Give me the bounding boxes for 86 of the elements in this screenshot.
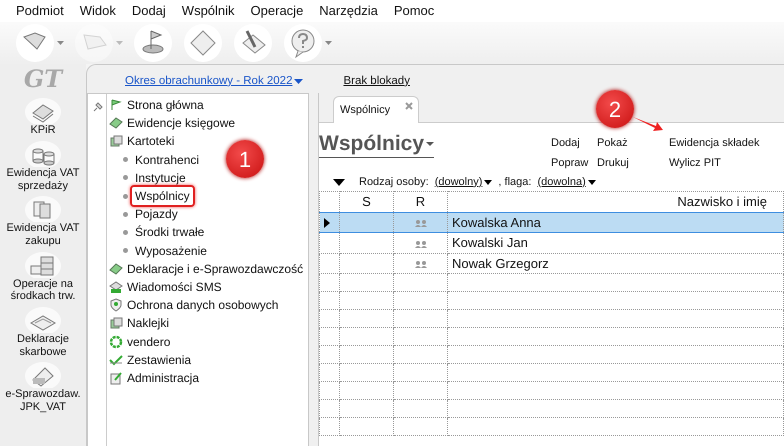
- caret-icon[interactable]: [426, 142, 434, 146]
- tree-item[interactable]: Kontrahenci: [135, 150, 200, 169]
- bullet-icon: [123, 230, 128, 235]
- lock-status-link[interactable]: Brak blokady: [343, 72, 410, 90]
- toolbar-button[interactable]: [282, 22, 335, 64]
- help-icon[interactable]: [283, 23, 323, 63]
- edit-icon[interactable]: [109, 370, 123, 385]
- table-cell: Kowalski Jan: [448, 232, 784, 253]
- sidebar-item[interactable]: e-Sprawozdaw. JPK_VAT: [1, 388, 85, 414]
- bullet-icon: [123, 175, 128, 180]
- document-icon[interactable]: [23, 362, 63, 388]
- documents-icon[interactable]: [23, 196, 63, 222]
- caret-icon[interactable]: [325, 41, 332, 45]
- tab[interactable]: Wspólnicy: [333, 96, 419, 123]
- filter-dropdown[interactable]: (dowolna): [537, 174, 596, 190]
- period-link[interactable]: Okres obrachunkowy - Rok 2022: [125, 72, 304, 90]
- cards-icon[interactable]: [109, 316, 123, 330]
- tree-item[interactable]: Ochrona danych osobowych: [127, 296, 278, 314]
- action-link[interactable]: Ewidencja składek: [669, 135, 760, 152]
- people-icon: [414, 219, 428, 228]
- filter-label: , flaga:: [498, 174, 532, 190]
- tree-item[interactable]: Wspólnicy: [130, 185, 195, 208]
- flag-icon[interactable]: [109, 98, 123, 112]
- table-row[interactable]: Nowak Grzegorz: [320, 253, 784, 274]
- sidebar-item[interactable]: Deklaracje skarbowe: [1, 332, 85, 358]
- table-cell: Nowak Grzegorz: [448, 253, 784, 274]
- tree-item[interactable]: Instytucje: [135, 168, 186, 187]
- sidebar-item[interactable]: KPiR: [1, 124, 85, 138]
- close-icon[interactable]: [404, 101, 414, 111]
- ring-icon[interactable]: [109, 334, 123, 349]
- bullet-icon: [123, 212, 128, 217]
- cabinet-icon[interactable]: [23, 252, 63, 278]
- table-row[interactable]: Kowalska Anna: [320, 212, 784, 232]
- action-link[interactable]: Drukuj: [597, 154, 669, 171]
- tree-item[interactable]: Wiadomości SMS: [127, 278, 222, 296]
- action-link[interactable]: Popraw: [551, 154, 597, 171]
- filter-dropdown[interactable]: (dowolny): [434, 174, 492, 190]
- bullet-icon: [123, 194, 128, 199]
- collapse-icon[interactable]: [333, 178, 345, 186]
- cards-icon[interactable]: [109, 134, 123, 148]
- tree-item[interactable]: Administracja: [127, 368, 200, 387]
- tree-item[interactable]: Strona główna: [127, 96, 204, 114]
- sidebar-item[interactable]: Operacje na środkach trw.: [1, 278, 85, 303]
- bullet-icon: [123, 157, 128, 162]
- action-link[interactable]: Wylicz PIT: [669, 154, 760, 171]
- caret-icon[interactable]: [57, 41, 64, 45]
- tree-item[interactable]: Naklejki: [127, 314, 170, 332]
- sidebar-item[interactable]: Ewidencja VAT sprzedaży: [1, 167, 85, 192]
- tree-item[interactable]: Zestawienia: [127, 350, 192, 369]
- tab-label: Wspólnicy: [340, 102, 390, 118]
- arrow-drawing: [632, 116, 664, 132]
- page-title[interactable]: Wspólnicy: [319, 131, 434, 158]
- tree-item[interactable]: Pojazdy: [135, 205, 178, 224]
- tree-item[interactable]: vendero: [127, 332, 170, 351]
- tree-item[interactable]: Wyposażenie: [135, 242, 207, 260]
- check-icon[interactable]: [109, 352, 123, 367]
- tree-item[interactable]: Deklaracje i e-Sprawozdawczość: [127, 260, 304, 278]
- row-pointer-icon: [324, 218, 330, 228]
- tree-item[interactable]: Środki trwałe: [135, 223, 204, 242]
- tray-icon[interactable]: [23, 306, 63, 333]
- sidebar-item[interactable]: Ewidencja VAT zakupu: [1, 222, 85, 248]
- shield-icon[interactable]: [109, 298, 123, 312]
- people-icon: [414, 260, 428, 268]
- table-row[interactable]: Kowalski Jan: [320, 232, 784, 253]
- caret-icon: [484, 180, 492, 184]
- menu-item[interactable]: Widok: [72, 1, 124, 21]
- caret-icon[interactable]: [294, 78, 304, 84]
- caret-icon: [588, 180, 596, 184]
- menu-item[interactable]: Narzędzia: [311, 1, 386, 21]
- bullet-icon: [123, 248, 128, 254]
- tree-item[interactable]: Kartoteki: [127, 132, 174, 150]
- menu-item[interactable]: Pomoc: [386, 1, 442, 21]
- menu-item[interactable]: Podmiot: [8, 1, 72, 21]
- table-cell: Kowalska Anna: [448, 212, 784, 232]
- tree-item[interactable]: Ewidencje księgowe: [127, 114, 236, 132]
- logo: GT: [24, 66, 62, 92]
- pin-icon[interactable]: [92, 102, 103, 114]
- filter-label: Rodzaj osoby:: [359, 174, 429, 190]
- action-link[interactable]: Dodaj: [551, 135, 597, 152]
- menu-item[interactable]: Wspólnik: [174, 1, 243, 21]
- action-link[interactable]: Pokaż: [597, 135, 669, 152]
- toolbar-button[interactable]: [14, 22, 67, 64]
- coins-icon[interactable]: [23, 141, 63, 168]
- people-icon: [414, 240, 428, 248]
- menu-item[interactable]: Dodaj: [124, 1, 174, 21]
- menu-item[interactable]: Operacje: [242, 1, 312, 21]
